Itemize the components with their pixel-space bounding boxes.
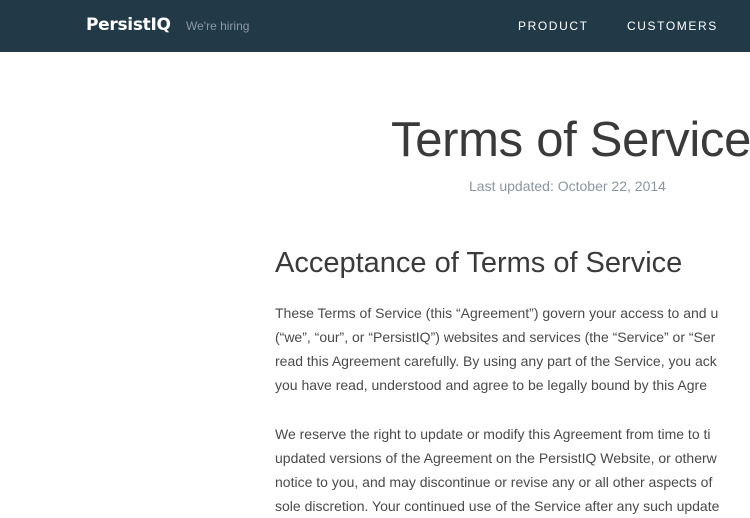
paragraph-line: We reserve the right to update or modify… xyxy=(275,426,711,442)
paragraph-line: updated versions of the Agreement on the… xyxy=(275,450,717,466)
hiring-link[interactable]: We're hiring xyxy=(186,19,249,33)
paragraph-line: notice to you, and may discontinue or re… xyxy=(275,474,713,490)
nav-customers-link[interactable]: CUSTOMERS xyxy=(627,19,718,33)
paragraph-line: read this Agreement carefully. By using … xyxy=(275,353,717,369)
nav-product-link[interactable]: PRODUCT xyxy=(518,19,589,33)
paragraph-acceptance: These Terms of Service (this “Agreement”… xyxy=(275,301,718,397)
page-title: Terms of Service xyxy=(391,113,750,167)
last-updated-date: Last updated: October 22, 2014 xyxy=(469,178,666,194)
top-navbar: PersistIQ We're hiring PRODUCT CUSTOMERS xyxy=(0,0,750,52)
paragraph-line: sole discretion. Your continued use of t… xyxy=(275,498,720,514)
paragraph-line: These Terms of Service (this “Agreement”… xyxy=(275,305,719,321)
section-heading-acceptance: Acceptance of Terms of Service xyxy=(275,247,683,279)
paragraph-line: you have read, understood and agree to b… xyxy=(275,377,707,393)
paragraph-modifications: We reserve the right to update or modify… xyxy=(275,422,719,518)
paragraph-line: (“we”, “our”, or “PersistIQ”) websites a… xyxy=(275,329,716,345)
brand-logo[interactable]: PersistIQ xyxy=(86,15,171,35)
